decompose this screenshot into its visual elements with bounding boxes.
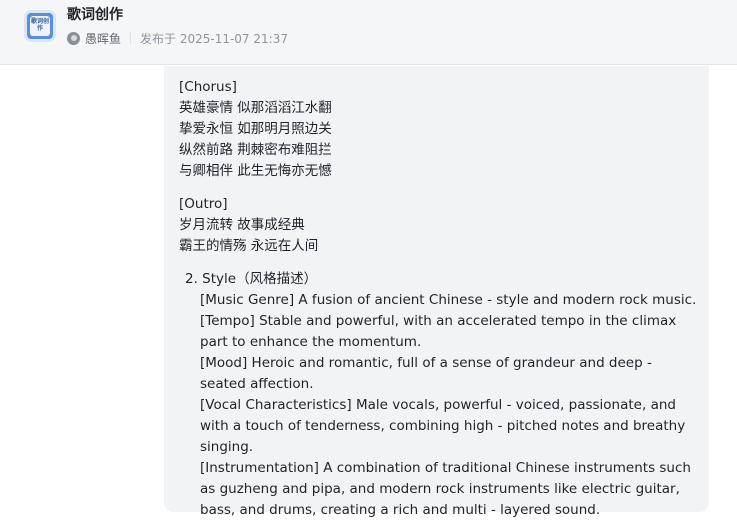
logo-inner: 歌词创作 (30, 16, 50, 36)
logo-text: 歌词创作 (31, 18, 50, 32)
chorus-stanza: [Chorus] 英雄豪情 似那滔滔江水翻 挚爱永恒 如那明月照边关 纵然前路 … (179, 77, 332, 182)
meta-divider (130, 32, 132, 44)
lyric-line: 挚爱永恒 如那明月照边关 (179, 121, 332, 137)
author-name[interactable]: 愚晖鱼 (85, 30, 121, 47)
style-item-instrumentation: [Instrumentation] A combination of tradi… (200, 460, 691, 518)
outro-stanza: [Outro] 岁月流转 故事成经典 霸王的情殇 永远在人间 (179, 194, 318, 257)
author-avatar[interactable] (67, 31, 80, 45)
chorus-tag: [Chorus] (179, 79, 237, 95)
style-description: 2. Style（风格描述） [Music Genre] A fusion of… (185, 269, 696, 518)
lyrics-content-card: [Chorus] 英雄豪情 似那滔滔江水翻 挚爱永恒 如那明月照边关 纵然前路 … (164, 66, 709, 518)
lyric-line: 霸王的情殇 永远在人间 (179, 238, 319, 254)
post-header: 歌词创作 歌词创作 愚晖鱼 发布于 2025-11-07 21:37 (0, 0, 737, 65)
style-items: [Music Genre] A fusion of ancient Chines… (200, 290, 700, 521)
app-logo[interactable]: 歌词创作 (24, 10, 56, 42)
style-item-mood: [Mood] Heroic and romantic, full of a se… (200, 355, 652, 392)
lyric-line: 与卿相伴 此生无悔亦无憾 (179, 163, 332, 179)
style-heading: 2. Style（风格描述） (185, 271, 318, 287)
lyric-line: 英雄豪情 似那滔滔江水翻 (179, 100, 332, 116)
lyric-line: 岁月流转 故事成经典 (179, 217, 305, 233)
outro-tag: [Outro] (179, 196, 228, 212)
post-meta: 愚晖鱼 发布于 2025-11-07 21:37 (67, 30, 288, 46)
style-item-genre: [Music Genre] A fusion of ancient Chines… (200, 292, 697, 308)
publish-time: 发布于 2025-11-07 21:37 (140, 31, 288, 46)
avatar-shade (71, 34, 77, 41)
style-item-tempo: [Tempo] Stable and powerful, with an acc… (200, 313, 677, 350)
lyric-line: 纵然前路 荆棘密布难阻拦 (179, 142, 332, 158)
app-title[interactable]: 歌词创作 (67, 5, 123, 25)
style-item-vocals: [Vocal Characteristics] Male vocals, pow… (200, 397, 686, 455)
